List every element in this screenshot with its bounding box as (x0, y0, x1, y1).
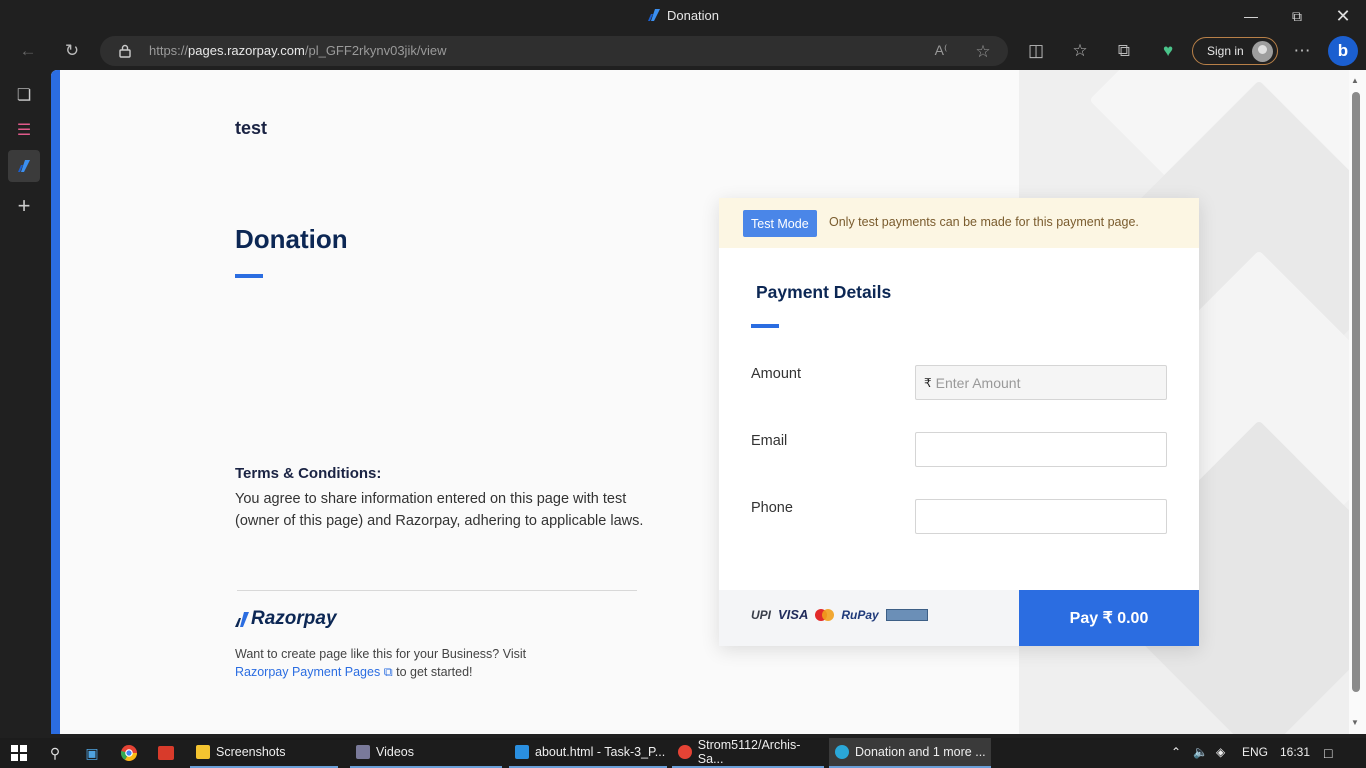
folder-icon (196, 745, 210, 759)
vertical-tab-strip: ❏ ☰ + (0, 70, 48, 738)
test-mode-banner: Test Mode Only test payments can be made… (719, 198, 1199, 248)
window-title: Donation (0, 8, 1366, 23)
bing-copilot-icon[interactable]: b (1328, 36, 1358, 66)
sign-in-label: Sign in (1207, 44, 1244, 58)
more-options-icon[interactable]: ⋯ (1287, 36, 1317, 66)
chrome-app-icon (678, 745, 692, 759)
url-text: https://pages.razorpay.com/pl_GFF2rkynv0… (149, 43, 447, 58)
amount-label: Amount (751, 366, 801, 382)
accent-stripe (51, 70, 60, 734)
pay-button[interactable]: Pay ₹ 0.00 (1019, 590, 1199, 646)
tray-chevron-icon[interactable]: ⌃ (1171, 745, 1181, 759)
phone-input[interactable] (915, 499, 1167, 534)
rupay-icon: RuPay (841, 607, 879, 622)
mastercard-icon (815, 608, 835, 621)
taskbar-app-screenshots[interactable]: Screenshots (190, 738, 338, 768)
favorite-star-icon[interactable]: ☆ (974, 42, 992, 61)
test-mode-badge: Test Mode (743, 210, 817, 237)
payment-methods-strip: UPI VISA RuPay (719, 590, 1019, 646)
payment-pages-link[interactable]: Razorpay Payment Pages (235, 665, 380, 679)
search-icon[interactable]: ⚲ (44, 742, 66, 764)
page-viewport: test Donation Terms & Conditions: You ag… (51, 70, 1349, 734)
desktop-icon[interactable]: ▣ (81, 742, 103, 764)
tab-donation-icon[interactable] (8, 150, 40, 182)
payment-card: Test Mode Only test payments can be made… (719, 198, 1199, 646)
minimize-icon[interactable]: — (1228, 0, 1274, 32)
taskbar-app-label: about.html - Task-3_P... (535, 745, 666, 759)
merchant-name: test (235, 118, 268, 138)
payment-details-heading: Payment Details (756, 282, 892, 302)
window-titlebar: Donation — ⧉ ✕ (0, 0, 1366, 32)
chrome-icon[interactable] (118, 742, 140, 764)
edge-icon (835, 745, 849, 759)
close-icon[interactable]: ✕ (1320, 0, 1366, 32)
email-input[interactable] (915, 432, 1167, 467)
email-label: Email (751, 433, 788, 449)
taskbar-app-videos[interactable]: Videos (350, 738, 502, 768)
external-link-icon[interactable]: ⧉ (380, 665, 396, 679)
taskbar-app-label: Strom5112/Archis-Sa... (697, 738, 801, 766)
network-icon[interactable]: ◈ (1216, 745, 1225, 759)
avatar (1252, 41, 1273, 62)
rupee-icon: ₹ (924, 375, 932, 390)
lock-icon (119, 44, 131, 58)
tab-actions-icon[interactable]: ❏ (8, 79, 40, 111)
browser-essentials-icon[interactable]: ♥ (1153, 36, 1183, 66)
media-app-icon[interactable] (155, 742, 177, 764)
refresh-icon[interactable]: ↻ (57, 36, 87, 66)
favorites-icon[interactable]: ☆ (1065, 36, 1095, 66)
sign-in-button[interactable]: Sign in (1192, 37, 1278, 65)
scrollbar-thumb[interactable] (1352, 92, 1360, 692)
promo-line: Want to create page like this for your B… (235, 647, 527, 661)
taskbar: ⚲ ▣ Screenshots Videos about.html - Task… (0, 738, 1366, 768)
address-bar[interactable]: https://pages.razorpay.com/pl_GFF2rkynv0… (100, 36, 1008, 66)
razorpay-logo[interactable]: Razorpay (235, 608, 337, 630)
read-aloud-icon[interactable]: A⁽ (932, 42, 950, 60)
vscode-icon (515, 745, 529, 759)
heading-underline (751, 324, 779, 328)
razorpay-logo-text: Razorpay (251, 608, 337, 629)
amount-input[interactable]: ₹ Enter Amount (915, 365, 1167, 400)
upi-icon: UPI (751, 607, 772, 622)
taskbar-app-label: Donation and 1 more ... (855, 745, 986, 759)
taskbar-app-edge[interactable]: Donation and 1 more ... (829, 738, 991, 768)
razorpay-favicon-icon (647, 9, 660, 21)
terms-heading: Terms & Conditions: (235, 465, 382, 482)
collections-icon[interactable]: ⧉ (1109, 36, 1139, 66)
page-title: Donation (235, 224, 348, 254)
scroll-up-icon[interactable]: ▲ (1351, 76, 1359, 85)
visa-icon: VISA (778, 607, 809, 622)
taskbar-app-chrome[interactable]: Strom5112/Archis-Sa... (672, 738, 824, 768)
video-icon (356, 745, 370, 759)
page-scrollbar[interactable]: ▲ ▼ (1349, 70, 1366, 734)
test-mode-message: Only test payments can be made for this … (829, 215, 1139, 229)
divider (237, 590, 637, 591)
taskbar-app-vscode[interactable]: about.html - Task-3_P... (509, 738, 667, 768)
new-tab-plus-icon[interactable]: + (8, 190, 40, 222)
volume-icon[interactable]: 🔈 (1193, 745, 1208, 759)
taskbar-app-label: Screenshots (216, 745, 286, 759)
clock[interactable]: 16:31 (1280, 745, 1310, 759)
netbanking-icon (885, 608, 928, 621)
amount-placeholder: Enter Amount (935, 374, 1021, 391)
browser-toolbar: ← ↻ https://pages.razorpay.com/pl_GFF2rk… (0, 32, 1366, 70)
promo-text: Want to create page like this for your B… (235, 645, 526, 681)
phone-label: Phone (751, 500, 793, 516)
tab-favicon-icon[interactable]: ☰ (8, 114, 40, 146)
back-arrow-icon[interactable]: ← (13, 36, 43, 66)
taskbar-app-label: Videos (376, 745, 414, 759)
promo-suffix: to get started! (396, 665, 473, 679)
windows-start-icon[interactable] (8, 742, 30, 764)
split-screen-icon[interactable]: ◫ (1021, 36, 1051, 66)
restore-icon[interactable]: ⧉ (1274, 0, 1320, 32)
notifications-icon[interactable]: □ (1324, 745, 1332, 761)
scroll-down-icon[interactable]: ▼ (1351, 718, 1359, 727)
terms-body: You agree to share information entered o… (235, 491, 644, 529)
razorpay-tab-icon (18, 160, 30, 172)
razorpay-logo-icon (235, 612, 249, 627)
title-underline (235, 274, 263, 278)
language-indicator[interactable]: ENG (1242, 745, 1268, 759)
